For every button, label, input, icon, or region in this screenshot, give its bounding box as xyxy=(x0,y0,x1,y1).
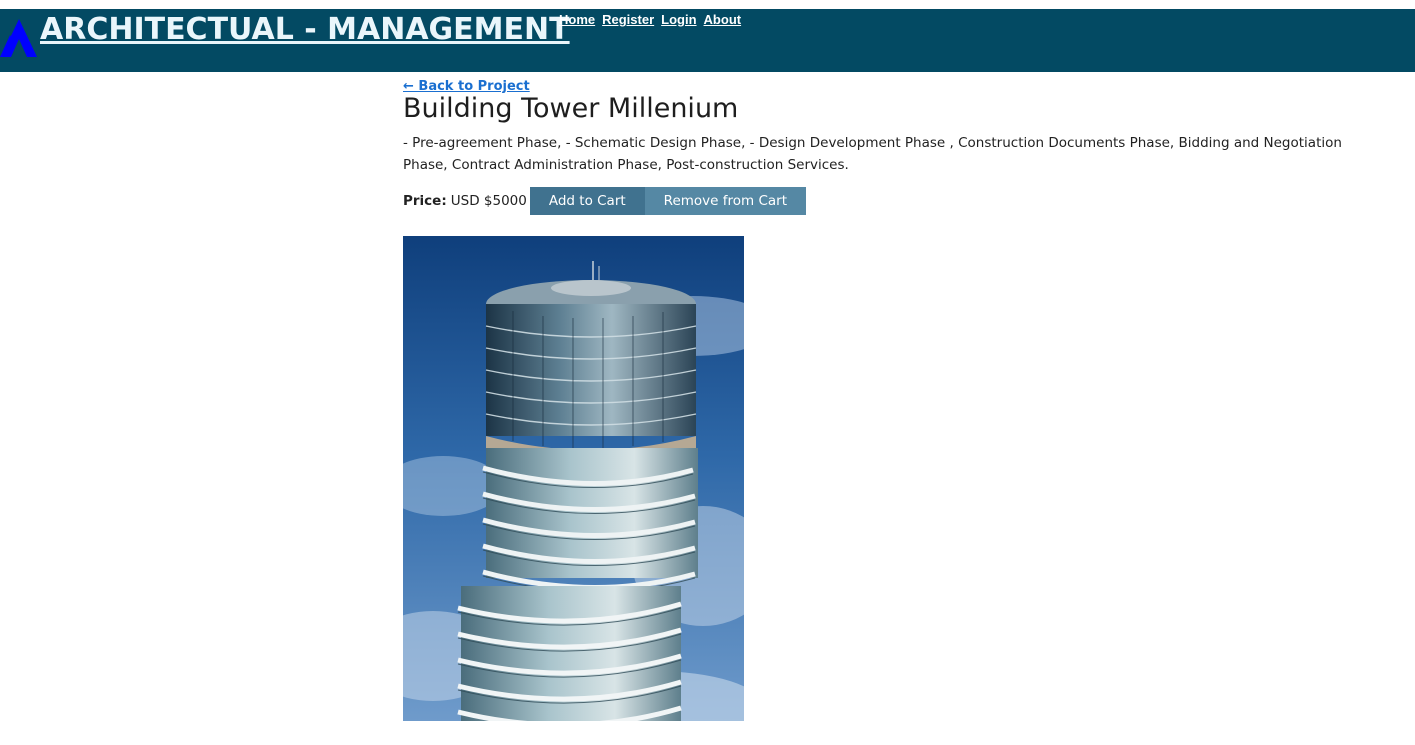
nav-about-link[interactable]: About xyxy=(704,12,742,27)
site-header: ARCHITECTUAL - MANAGEMENT Home Register … xyxy=(0,9,1415,72)
site-title-link[interactable]: ARCHITECTUAL - MANAGEMENT xyxy=(40,12,570,47)
remove-from-cart-button[interactable]: Remove from Cart xyxy=(644,187,806,215)
back-to-project-link[interactable]: ← Back to Project xyxy=(403,79,530,94)
product-description: - Pre-agreement Phase, - Schematic Desig… xyxy=(403,135,1342,173)
price-label: Price: xyxy=(403,193,447,209)
nav-login-link[interactable]: Login xyxy=(661,12,696,27)
nav-home-link[interactable]: Home xyxy=(559,12,595,27)
logo-triangle-icon[interactable] xyxy=(0,17,38,57)
page-title: Building Tower Millenium xyxy=(403,93,739,124)
main-nav: Home Register Login About xyxy=(559,12,741,27)
price-value: USD $5000 xyxy=(450,193,527,209)
price-row: Price: USD $5000 Add to Cart Remove from… xyxy=(403,187,806,215)
nav-register-link[interactable]: Register xyxy=(602,12,654,27)
building-tower-image xyxy=(403,236,744,721)
add-to-cart-button[interactable]: Add to Cart xyxy=(529,187,645,215)
